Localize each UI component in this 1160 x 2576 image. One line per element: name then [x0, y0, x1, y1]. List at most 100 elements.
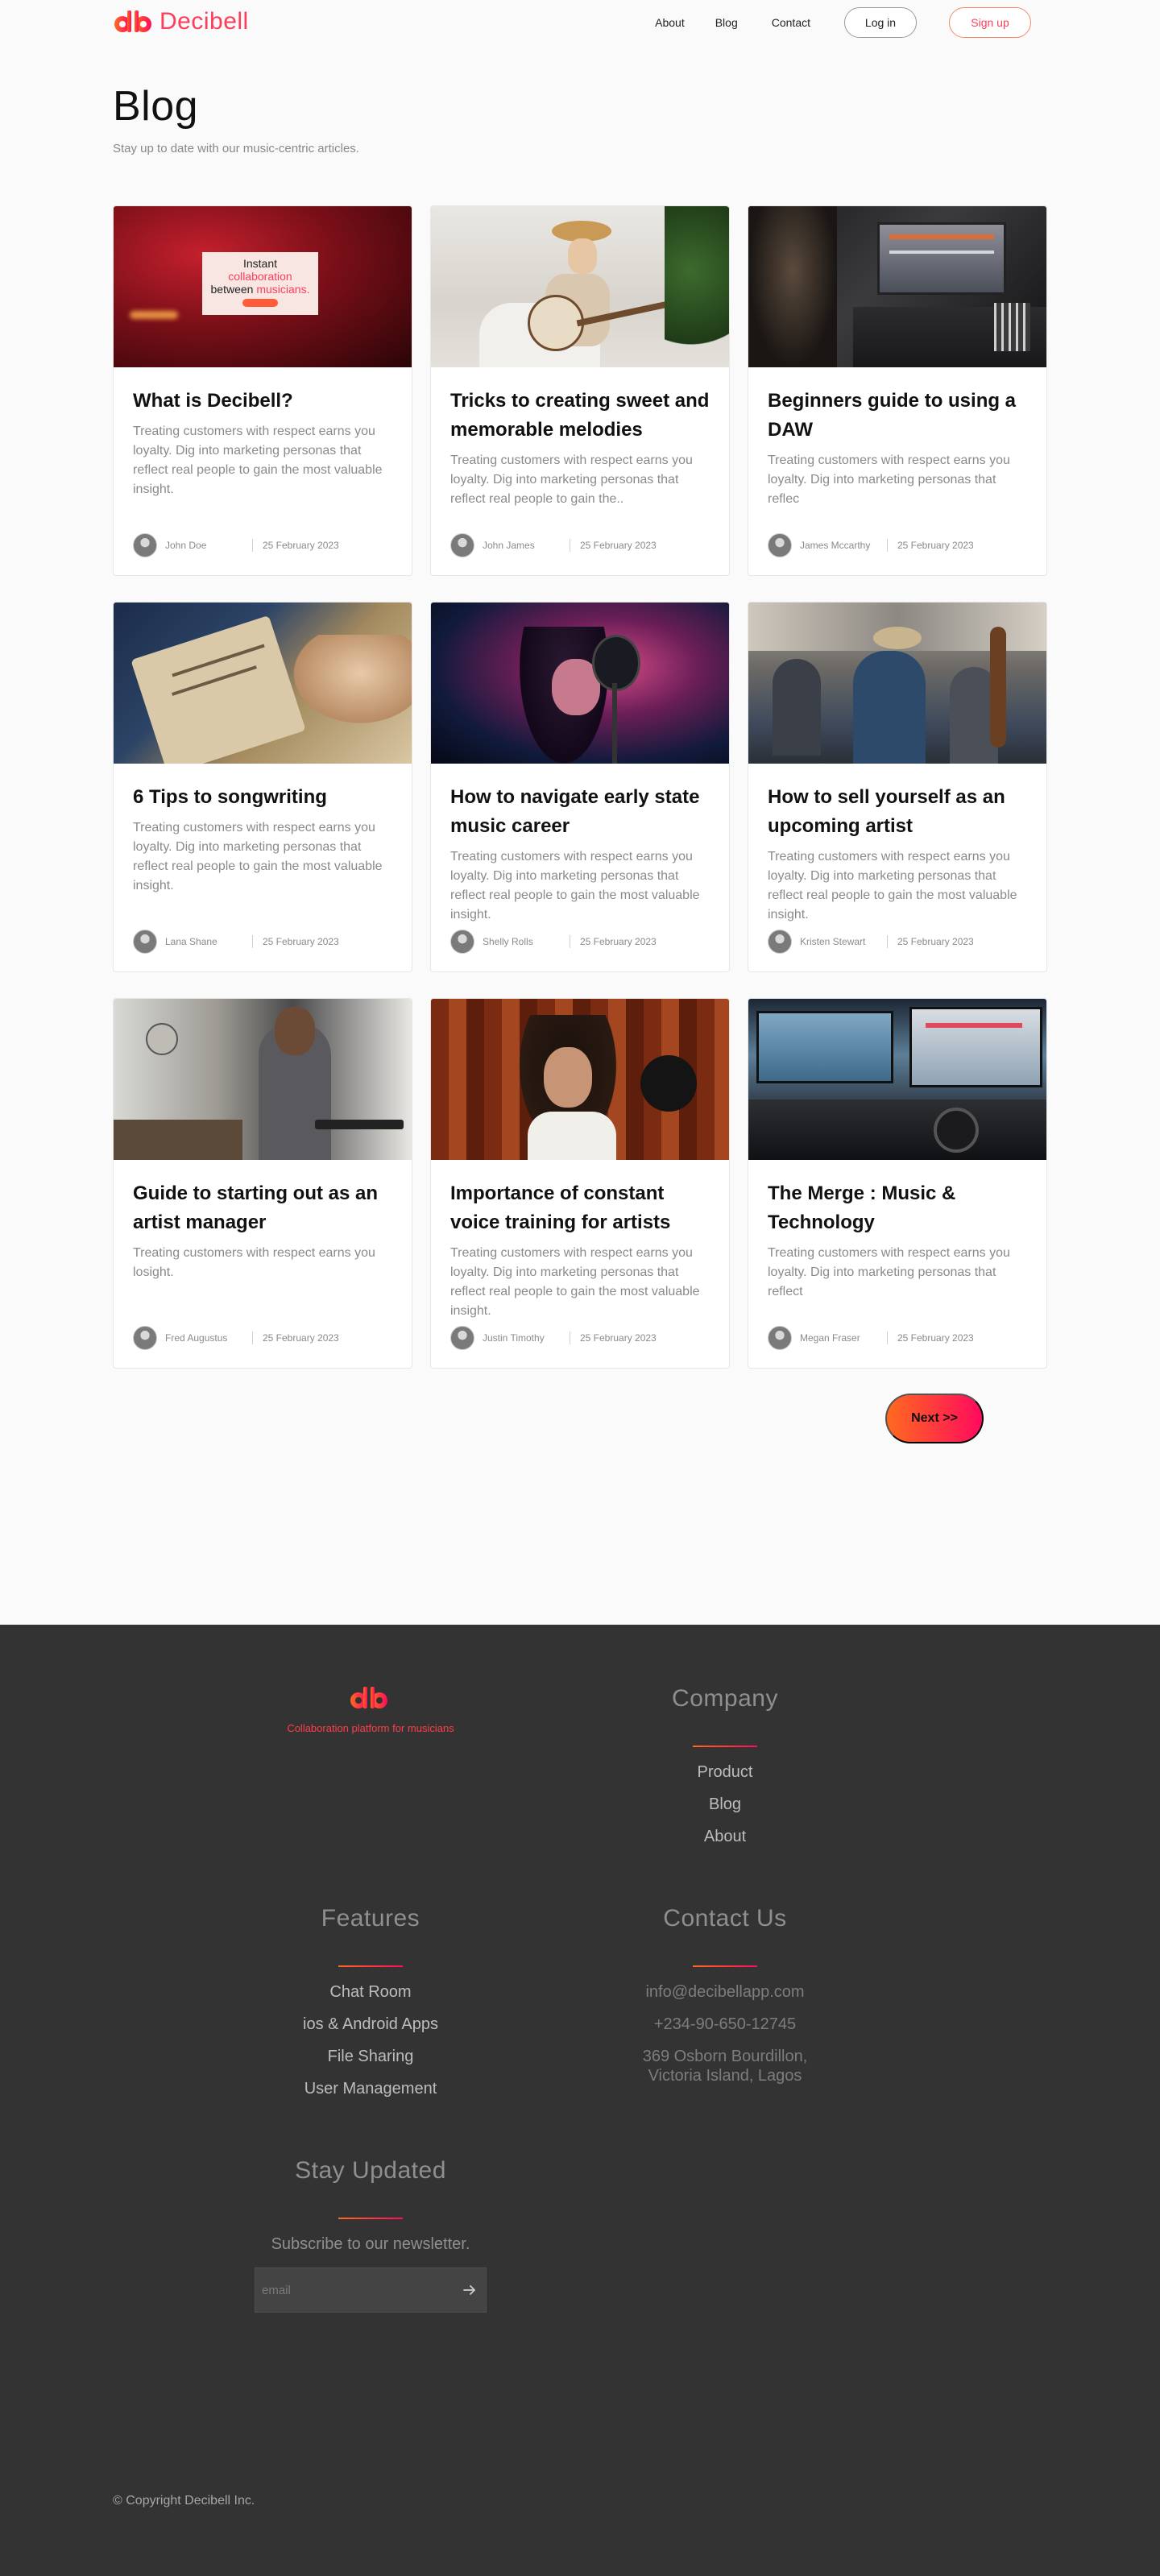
heading-underline — [338, 2218, 403, 2219]
footer-link-product[interactable]: Product — [604, 1756, 846, 1788]
post-image: Instant collaboration between musicians. — [114, 206, 412, 367]
contact-info: info@decibellapp.com +234-90-650-12745 3… — [604, 1976, 846, 2085]
post-author: Lana Shane — [165, 936, 218, 947]
post-excerpt: Treating customers with respect earns yo… — [450, 453, 693, 506]
contact-address-line: 369 Osborn Bourdillon, — [642, 2048, 808, 2065]
post-title: Tricks to creating sweet and memorable m… — [450, 390, 710, 441]
user-avatar-icon — [450, 533, 474, 557]
post-meta: Justin Timothy 25 February 2023 — [450, 1326, 711, 1350]
post-image — [748, 999, 1046, 1160]
blog-card[interactable]: Importance of constant voice training fo… — [430, 998, 730, 1369]
newsletter-heading: Stay Updated — [295, 2157, 446, 2184]
blog-card[interactable]: 6 Tips to songwriting Treating customers… — [113, 602, 412, 972]
footer-link-about[interactable]: About — [604, 1820, 846, 1853]
arrow-right-icon[interactable] — [454, 2274, 486, 2306]
meta-divider — [887, 539, 888, 552]
post-image — [748, 603, 1046, 764]
post-author: James Mccarthy — [800, 540, 871, 551]
post-meta: Lana Shane 25 February 2023 — [133, 930, 394, 954]
post-date: 25 February 2023 — [263, 1332, 339, 1344]
blog-post-grid: Instant collaboration between musicians.… — [113, 205, 1047, 1369]
footer-link-blog[interactable]: Blog — [604, 1788, 846, 1820]
post-date: 25 February 2023 — [897, 1332, 974, 1344]
post-meta: James Mccarthy 25 February 2023 — [768, 533, 1029, 557]
post-date: 25 February 2023 — [580, 936, 657, 947]
post-date: 25 February 2023 — [897, 936, 974, 947]
footer — [0, 1625, 1160, 2576]
nav-link-blog[interactable]: Blog — [715, 16, 738, 29]
blog-card[interactable]: Guide to starting out as an artist manag… — [113, 998, 412, 1369]
post-date: 25 February 2023 — [580, 540, 657, 551]
post-excerpt: Treating customers with respect earns yo… — [768, 850, 1017, 921]
post-title: How to navigate early state music career — [450, 786, 700, 837]
meta-divider — [252, 1331, 253, 1344]
signup-button[interactable]: Sign up — [949, 7, 1031, 38]
brand-logo[interactable]: Decibell — [113, 8, 249, 35]
features-links: Chat Room ios & Android Apps File Sharin… — [250, 1976, 491, 2105]
user-avatar-icon — [768, 533, 792, 557]
promo-panel: Instant collaboration between musicians. — [202, 252, 318, 315]
page-title: Blog — [113, 83, 199, 130]
post-title: How to sell yourself as an upcoming arti… — [768, 786, 1005, 837]
contact-email[interactable]: info@decibellapp.com — [604, 1976, 846, 2008]
post-image — [431, 206, 729, 367]
decibell-logo-icon[interactable] — [348, 1685, 392, 1711]
newsletter-form — [255, 2267, 487, 2313]
post-title: Guide to starting out as an artist manag… — [133, 1182, 379, 1233]
contact-heading: Contact Us — [663, 1905, 787, 1932]
blog-card[interactable]: Beginners guide to using a DAW Treating … — [748, 205, 1047, 576]
post-author: John James — [483, 540, 535, 551]
post-date: 25 February 2023 — [897, 540, 974, 551]
nav-link-about[interactable]: About — [655, 16, 685, 29]
heading-underline — [693, 1965, 757, 1967]
promo-word: musicians. — [256, 283, 310, 296]
post-title: Importance of constant voice training fo… — [450, 1182, 671, 1233]
post-excerpt: Treating customers with respect earns yo… — [450, 850, 700, 921]
user-avatar-icon — [133, 533, 157, 557]
post-author: Kristen Stewart — [800, 936, 866, 947]
meta-divider — [252, 935, 253, 948]
footer-link-file-sharing[interactable]: File Sharing — [250, 2040, 491, 2073]
post-date: 25 February 2023 — [263, 540, 339, 551]
promo-word: between — [210, 283, 254, 296]
footer-link-user-management[interactable]: User Management — [250, 2073, 491, 2105]
brand-name: Decibell — [160, 8, 249, 35]
post-meta: Shelly Rolls 25 February 2023 — [450, 930, 711, 954]
user-avatar-icon — [768, 930, 792, 954]
post-image — [114, 603, 412, 764]
promo-line: between musicians. — [202, 283, 318, 296]
post-meta: Megan Fraser 25 February 2023 — [768, 1326, 1029, 1350]
blog-card[interactable]: Tricks to creating sweet and memorable m… — [430, 205, 730, 576]
decibell-logo-icon — [113, 9, 155, 35]
blog-card[interactable]: Instant collaboration between musicians.… — [113, 205, 412, 576]
blog-card[interactable]: How to sell yourself as an upcoming arti… — [748, 602, 1047, 972]
footer-link-apps[interactable]: ios & Android Apps — [250, 2008, 491, 2040]
features-heading: Features — [321, 1905, 420, 1932]
email-input[interactable] — [255, 2268, 454, 2312]
promo-line: collaboration — [228, 270, 292, 283]
post-excerpt: Treating customers with respect earns yo… — [450, 1246, 700, 1318]
post-meta: John James 25 February 2023 — [450, 533, 711, 557]
footer-link-chat-room[interactable]: Chat Room — [250, 1976, 491, 2008]
post-image — [431, 603, 729, 764]
user-avatar-icon — [768, 1326, 792, 1350]
nav-link-contact[interactable]: Contact — [772, 16, 810, 29]
post-title: 6 Tips to songwriting — [133, 786, 327, 808]
login-button[interactable]: Log in — [844, 7, 917, 38]
contact-phone[interactable]: +234-90-650-12745 — [604, 2008, 846, 2040]
post-image — [748, 206, 1046, 367]
post-excerpt: Treating customers with respect earns yo… — [768, 453, 1010, 506]
post-date: 25 February 2023 — [580, 1332, 657, 1344]
post-excerpt: Treating customers with respect earns yo… — [133, 1246, 375, 1279]
post-image — [431, 999, 729, 1160]
next-page-button[interactable]: Next >> — [885, 1394, 984, 1443]
post-excerpt: Treating customers with respect earns yo… — [133, 425, 383, 496]
company-links: Product Blog About — [604, 1756, 846, 1853]
meta-divider — [252, 539, 253, 552]
user-avatar-icon — [450, 1326, 474, 1350]
post-author: Megan Fraser — [800, 1332, 860, 1344]
blog-card[interactable]: The Merge : Music & Technology Treating … — [748, 998, 1047, 1369]
blog-card[interactable]: How to navigate early state music career… — [430, 602, 730, 972]
meta-divider — [887, 935, 888, 948]
copyright-text: © Copyright Decibell Inc. — [113, 2494, 255, 2508]
